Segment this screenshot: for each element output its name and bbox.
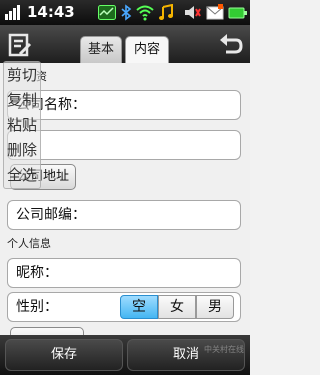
mute-icon [185,6,201,19]
menu-item-paste[interactable]: 粘贴 [7,114,37,135]
gender-option-male[interactable]: 男 [196,295,234,319]
bluetooth-icon [121,4,132,21]
wifi-icon [136,5,154,21]
gender-option-female[interactable]: 女 [158,295,196,319]
clock: 14:43 [27,3,75,21]
watermark: 中关村在线 [204,345,244,354]
status-bar: 14:43 [0,0,250,25]
edit-menu-icon[interactable] [8,33,32,57]
toolbar: 基本 内容 [0,25,250,63]
section-label-personal: 个人信息 [7,237,51,250]
back-icon[interactable] [218,31,244,57]
company-name-field[interactable]: 公司名称： [7,90,241,120]
music-icon [159,4,173,20]
message-icon [206,4,224,20]
nickname-field[interactable]: 昵称： [7,258,241,288]
context-menu: 剪切 复制 粘贴 删除 全选 [3,61,41,189]
tab-basic[interactable]: 基本 [80,36,122,63]
signal-icon [98,5,116,20]
menu-item-delete[interactable]: 删除 [7,139,37,160]
nickname-label: 昵称： [16,265,58,281]
gender-label: 性别： [16,299,58,315]
company-extra-field[interactable] [7,130,241,160]
battery-icon [228,7,247,19]
menu-item-select-all[interactable]: 全选 [7,164,37,185]
partial-button[interactable] [10,327,84,335]
menu-item-copy[interactable]: 复制 [7,89,37,110]
bottom-bar: 保存 取消 [0,335,250,375]
company-email-label: 公司邮编： [16,207,86,223]
save-button[interactable]: 保存 [5,339,123,371]
gender-field: 性别： 空 女 男 [7,292,241,322]
menu-item-cut[interactable]: 剪切 [7,64,37,85]
antenna-icon [5,5,20,20]
gender-option-none[interactable]: 空 [120,295,158,319]
tab-content[interactable]: 内容 [125,36,169,63]
company-email-field[interactable]: 公司邮编： [7,200,241,230]
